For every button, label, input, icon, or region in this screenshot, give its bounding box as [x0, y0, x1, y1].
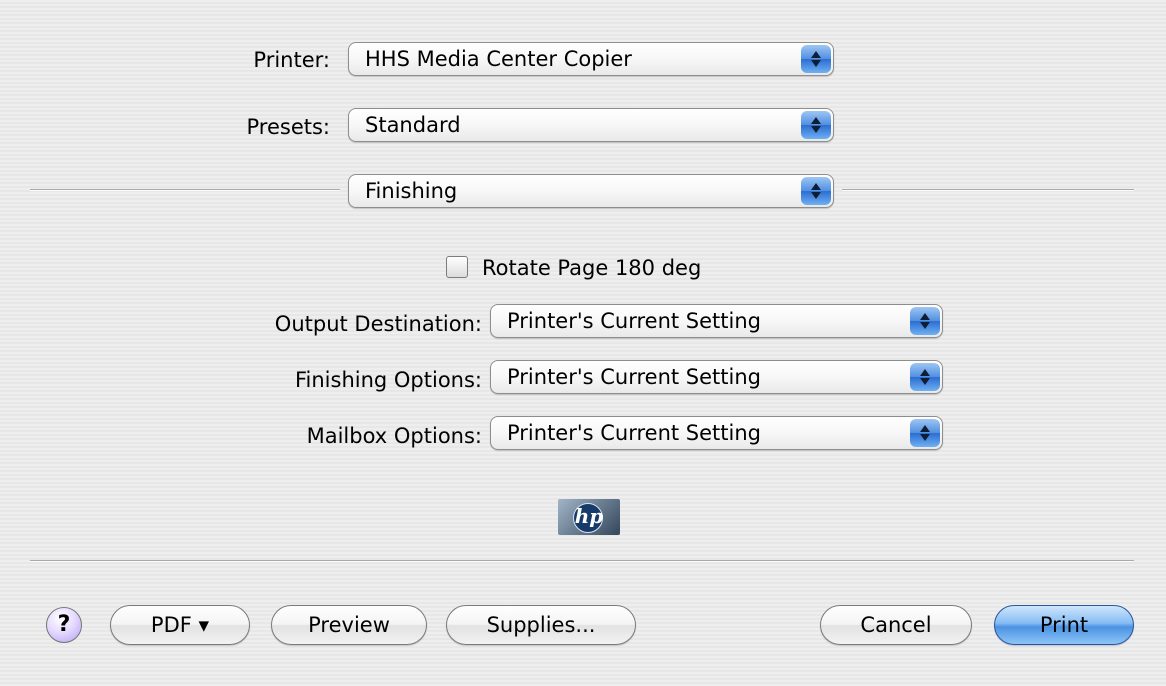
pdf-button[interactable]: PDF ▾ — [110, 605, 250, 645]
output-destination-label: Output Destination: — [274, 312, 482, 336]
mailbox-options-label: Mailbox Options: — [306, 424, 482, 448]
bottom-divider — [30, 560, 1134, 562]
rotate-checkbox[interactable] — [446, 256, 468, 278]
printer-label: Printer: — [253, 48, 330, 72]
popup-arrows-icon — [801, 111, 831, 139]
output-destination-popup[interactable]: Printer's Current Setting — [490, 304, 943, 338]
mailbox-options-popup[interactable]: Printer's Current Setting — [490, 416, 943, 450]
popup-arrows-icon — [801, 45, 831, 73]
popup-arrows-icon — [910, 363, 940, 391]
printer-popup[interactable]: HHS Media Center Copier — [348, 42, 834, 76]
pane-value: Finishing — [365, 179, 458, 203]
presets-value: Standard — [365, 113, 461, 137]
popup-arrows-icon — [801, 177, 831, 205]
output-destination-value: Printer's Current Setting — [507, 309, 761, 333]
pane-popup[interactable]: Finishing — [348, 174, 834, 208]
popup-arrows-icon — [910, 307, 940, 335]
hp-logo-text: hp — [574, 504, 604, 528]
hp-logo: hp — [558, 499, 620, 535]
finishing-options-popup[interactable]: Printer's Current Setting — [490, 360, 943, 394]
rotate-label: Rotate Page 180 deg — [482, 256, 702, 280]
presets-popup[interactable]: Standard — [348, 108, 834, 142]
mailbox-options-value: Printer's Current Setting — [507, 421, 761, 445]
popup-arrows-icon — [910, 419, 940, 447]
finishing-options-value: Printer's Current Setting — [507, 365, 761, 389]
presets-label: Presets: — [246, 115, 331, 139]
finishing-options-label: Finishing Options: — [294, 368, 482, 392]
section-divider-right — [842, 189, 1134, 191]
printer-value: HHS Media Center Copier — [365, 47, 632, 71]
preview-button[interactable]: Preview — [271, 605, 427, 645]
supplies-button[interactable]: Supplies... — [446, 605, 636, 645]
help-button[interactable]: ? — [46, 607, 82, 643]
cancel-button[interactable]: Cancel — [820, 605, 972, 645]
section-divider-left — [30, 189, 340, 191]
print-button[interactable]: Print — [994, 605, 1134, 645]
